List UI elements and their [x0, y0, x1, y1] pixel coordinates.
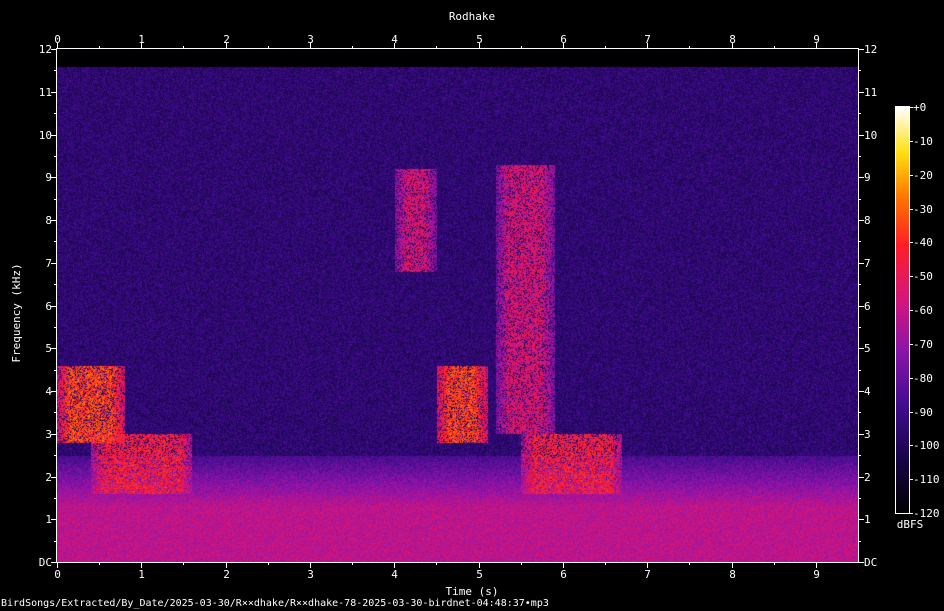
- x-tick-label-top: 8: [729, 33, 736, 46]
- y-tick-label-right: 12: [864, 42, 878, 56]
- x-tick-label-top: 4: [391, 33, 398, 46]
- y-tick-label-left: 8: [45, 213, 52, 227]
- x-tick-label-bottom: 7: [644, 568, 651, 581]
- colorbar-unit-label: dBFS: [896, 518, 924, 531]
- colorbar-tick-label: -80: [913, 371, 933, 385]
- colorbar-tick-label: -40: [913, 235, 933, 249]
- y-tick-label-left: 3: [45, 427, 52, 441]
- x-tick-label-top: 9: [813, 33, 820, 46]
- colorbar-tick-label: -70: [913, 337, 933, 351]
- colorbar-tick-label: -10: [913, 134, 933, 148]
- spectrogram-figure: Rodhake Time (s) Frequency (kHz) dBFS Bi…: [0, 0, 944, 611]
- x-tick-label-bottom: 2: [223, 568, 230, 581]
- colorbar-tick-label: -120: [913, 506, 940, 520]
- y-tick-label-right: 7: [864, 256, 871, 270]
- colorbar-tick-label: -50: [913, 269, 933, 283]
- colorbar-tick-label: -110: [913, 472, 940, 486]
- y-tick-label-left: 7: [45, 256, 52, 270]
- y-tick-label-right: 8: [864, 213, 871, 227]
- x-axis-label: Time (s): [445, 585, 499, 598]
- axes-frame: [51, 43, 913, 568]
- plot-border: [56, 48, 859, 563]
- x-tick-label-bottom: 9: [813, 568, 820, 581]
- colorbar-border: [895, 106, 910, 514]
- x-tick-label-top: 3: [307, 33, 314, 46]
- colorbar-tick-label: -30: [913, 202, 933, 216]
- x-tick-label-top: 6: [560, 33, 567, 46]
- file-path-caption: BirdSongs/Extracted/By_Date/2025-03-30/R…: [1, 598, 549, 609]
- x-tick-label-bottom: 0: [54, 568, 61, 581]
- y-tick-label-right: 6: [864, 299, 871, 313]
- x-tick-label-bottom: 6: [560, 568, 567, 581]
- colorbar-tick-label: -20: [913, 168, 933, 182]
- x-tick-label-bottom: 1: [138, 568, 145, 581]
- x-tick-label-bottom: 5: [476, 568, 483, 581]
- x-tick-label-bottom: 4: [391, 568, 398, 581]
- y-tick-label-right: 9: [864, 170, 871, 184]
- x-tick-label-top: 5: [476, 33, 483, 46]
- y-tick-label-left: 12: [38, 42, 52, 56]
- colorbar-tick-label: -100: [913, 438, 940, 452]
- y-tick-label-left: 9: [45, 170, 52, 184]
- y-tick-label-left: 6: [45, 299, 52, 313]
- colorbar-tick-label: +0: [913, 100, 927, 114]
- y-tick-label-right: 4: [864, 384, 871, 398]
- y-tick-label-right: 11: [864, 85, 878, 99]
- y-tick-label-left: 2: [45, 470, 52, 484]
- y-tick-label-left: DC: [38, 555, 52, 569]
- x-tick-label-top: 1: [138, 33, 145, 46]
- y-tick-label-right: 2: [864, 470, 871, 484]
- x-tick-label-top: 2: [223, 33, 230, 46]
- chart-title: Rodhake: [448, 10, 496, 23]
- y-tick-label-right: 3: [864, 427, 871, 441]
- y-tick-label-left: 10: [38, 128, 52, 142]
- x-tick-label-bottom: 3: [307, 568, 314, 581]
- y-tick-label-left: 11: [38, 85, 52, 99]
- y-tick-label-left: 5: [45, 341, 52, 355]
- y-tick-label-right: DC: [864, 555, 878, 569]
- x-tick-label-bottom: 8: [729, 568, 736, 581]
- y-tick-label-right: 10: [864, 128, 878, 142]
- y-tick-label-left: 1: [45, 512, 52, 526]
- colorbar-tick-label: -90: [913, 405, 933, 419]
- y-tick-label-right: 1: [864, 512, 871, 526]
- y-tick-label-right: 5: [864, 341, 871, 355]
- colorbar-tick-label: -60: [913, 303, 933, 317]
- x-tick-label-top: 7: [644, 33, 651, 46]
- y-tick-label-left: 4: [45, 384, 52, 398]
